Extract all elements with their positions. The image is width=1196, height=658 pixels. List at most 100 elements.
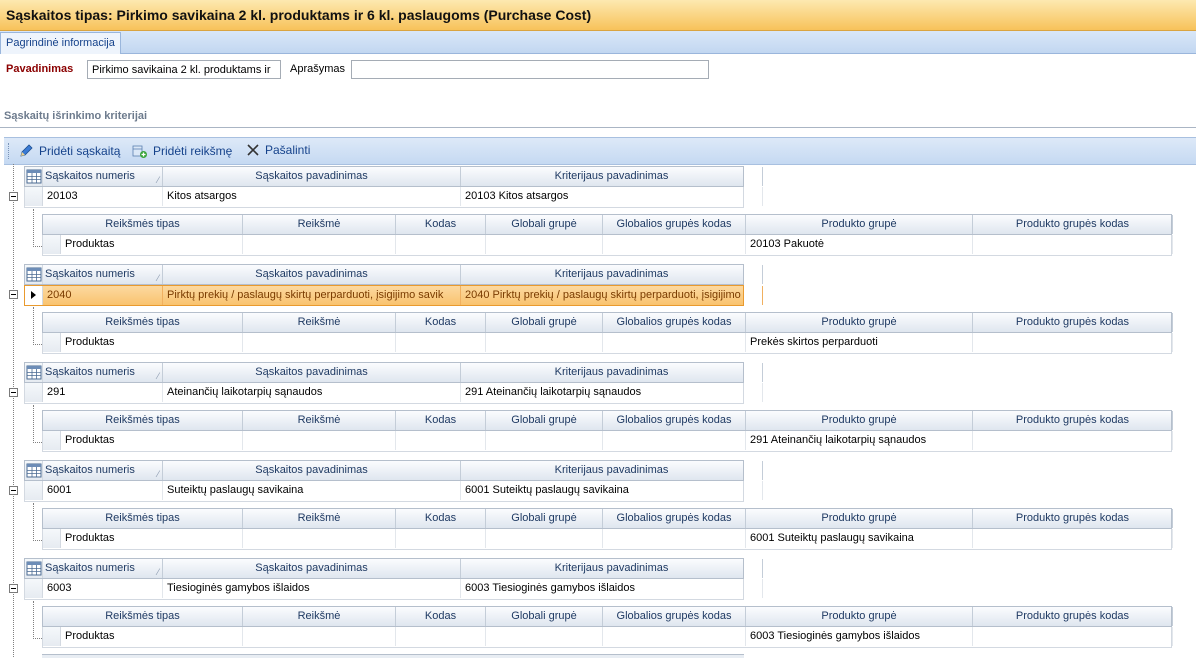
column-chooser-button[interactable] [25, 461, 43, 480]
cell-value[interactable] [243, 235, 396, 254]
column-header[interactable]: Globalios grupės kodas [603, 215, 746, 234]
cell-product-group-code[interactable] [973, 529, 1173, 548]
cell-criterion-name[interactable]: 6003 Tiesioginės gamybos išlaidos [461, 579, 763, 598]
cell-global-group[interactable] [486, 431, 603, 450]
collapse-toggle[interactable] [9, 388, 18, 397]
column-header[interactable]: Reikšmės tipas [43, 313, 243, 332]
column-header[interactable]: Produkto grupės kodas [973, 411, 1173, 430]
column-header[interactable]: Sąskaitos numeris ⁄ [43, 167, 163, 186]
column-header[interactable]: Produkto grupės kodas [973, 313, 1173, 332]
cell-product-group-code[interactable] [973, 431, 1173, 450]
cell-global-group-code[interactable] [603, 333, 746, 352]
column-header[interactable]: Globalios grupės kodas [603, 509, 746, 528]
cell-account-name[interactable]: Pirktų prekių / paslaugų skirtų perpardu… [163, 286, 461, 305]
collapse-toggle[interactable] [9, 290, 18, 299]
cell-product-group[interactable]: 6001 Suteiktų paslaugų savikaina [746, 529, 973, 548]
cell-account-name[interactable]: Kitos atsargos [163, 187, 461, 206]
column-header[interactable]: Produkto grupė [746, 509, 973, 528]
row-indicator[interactable] [43, 529, 61, 548]
column-header[interactable]: Sąskaitos pavadinimas [163, 167, 461, 186]
column-chooser-button[interactable] [25, 559, 43, 578]
cell-product-group-code[interactable] [973, 627, 1173, 646]
column-header[interactable]: Reikšmės tipas [43, 411, 243, 430]
cell-value-type[interactable]: Produktas [61, 529, 243, 548]
cell-global-group[interactable] [486, 529, 603, 548]
column-header[interactable]: Sąskaitos pavadinimas [163, 265, 461, 284]
column-header[interactable]: Produkto grupė [746, 313, 973, 332]
column-header[interactable]: Sąskaitos numeris ⁄ [43, 363, 163, 382]
column-chooser-button[interactable] [25, 167, 43, 186]
column-header[interactable]: Sąskaitos numeris ⁄ [43, 265, 163, 284]
cell-account-name[interactable]: Ateinančių laikotarpių sąnaudos [163, 383, 461, 402]
cell-account-number[interactable]: 291 [43, 383, 163, 402]
account-row[interactable]: 20103 Kitos atsargos 20103 Kitos atsargos [24, 187, 763, 208]
cell-criterion-name[interactable]: 291 Ateinančių laikotarpių sąnaudos [461, 383, 763, 402]
column-header[interactable]: Sąskaitos pavadinimas [163, 363, 461, 382]
column-header[interactable]: Produkto grupės kodas [973, 607, 1173, 626]
tab-basic-info[interactable]: Pagrindinė informacija [0, 32, 121, 54]
cell-product-group[interactable]: Prekės skirtos perparduoti [746, 333, 973, 352]
cell-criterion-name[interactable]: 6001 Suteiktų paslaugų savikaina [461, 481, 763, 500]
column-header[interactable]: Kriterijaus pavadinimas [461, 559, 763, 578]
cell-value[interactable] [243, 529, 396, 548]
column-header[interactable]: Reikšmės tipas [43, 509, 243, 528]
column-header[interactable]: Globali grupė [486, 509, 603, 528]
toolbar-grip[interactable] [8, 143, 11, 159]
column-header[interactable]: Sąskaitos numeris ⁄ [43, 559, 163, 578]
cell-global-group-code[interactable] [603, 431, 746, 450]
cell-global-group-code[interactable] [603, 529, 746, 548]
collapse-toggle[interactable] [9, 584, 18, 593]
cell-account-name[interactable]: Tiesioginės gamybos išlaidos [163, 579, 461, 598]
column-header[interactable]: Reikšmė [243, 215, 396, 234]
row-indicator[interactable] [25, 187, 43, 206]
column-header[interactable]: Kodas [396, 313, 486, 332]
account-row[interactable]: 291 Ateinančių laikotarpių sąnaudos 291 At… [24, 383, 763, 404]
cell-value-type[interactable]: Produktas [61, 235, 243, 254]
cell-global-group[interactable] [486, 235, 603, 254]
cell-account-number[interactable]: 6003 [43, 579, 163, 598]
cell-criterion-name[interactable]: 20103 Kitos atsargos [461, 187, 763, 206]
row-indicator[interactable] [43, 627, 61, 646]
cell-global-group[interactable] [486, 333, 603, 352]
column-header[interactable]: Produkto grupė [746, 411, 973, 430]
row-indicator[interactable] [25, 286, 43, 305]
column-header[interactable]: Reikšmės tipas [43, 215, 243, 234]
column-header[interactable]: Kodas [396, 215, 486, 234]
cell-code[interactable] [396, 627, 486, 646]
column-header[interactable]: Kodas [396, 509, 486, 528]
add-account-button[interactable]: Pridėti sąskaitą [18, 143, 120, 159]
row-indicator[interactable] [25, 383, 43, 402]
column-header[interactable]: Globalios grupės kodas [603, 411, 746, 430]
column-header[interactable]: Reikšmės tipas [43, 607, 243, 626]
column-header[interactable]: Kriterijaus pavadinimas [461, 265, 763, 284]
cell-value[interactable] [243, 627, 396, 646]
column-header[interactable]: Produkto grupė [746, 607, 973, 626]
column-header[interactable]: Sąskaitos numeris ⁄ [43, 461, 163, 480]
description-field[interactable] [351, 60, 709, 79]
cell-value[interactable] [243, 333, 396, 352]
column-header[interactable]: Reikšmė [243, 411, 396, 430]
account-row[interactable]: 6003 Tiesioginės gamybos išlaidos 6003 Tie… [24, 579, 763, 600]
value-row[interactable]: Produktas 20103 Pakuotė [42, 235, 1173, 256]
cell-value-type[interactable]: Produktas [61, 627, 243, 646]
row-indicator[interactable] [25, 481, 43, 500]
account-row[interactable]: 6001 Suteiktų paslaugų savikaina 6001 Sute… [24, 481, 763, 502]
column-header[interactable]: Kriterijaus pavadinimas [461, 461, 763, 480]
column-chooser-button[interactable] [25, 363, 43, 382]
cell-account-name[interactable]: Suteiktų paslaugų savikaina [163, 481, 461, 500]
cell-code[interactable] [396, 333, 486, 352]
row-indicator[interactable] [43, 235, 61, 254]
cell-product-group-code[interactable] [973, 333, 1173, 352]
row-indicator[interactable] [43, 333, 61, 352]
cell-value-type[interactable]: Produktas [61, 431, 243, 450]
column-header[interactable]: Globalios grupės kodas [603, 607, 746, 626]
column-header[interactable]: Reikšmė [243, 509, 396, 528]
column-header[interactable]: Globali grupė [486, 215, 603, 234]
value-row[interactable]: Produktas 291 Ateinančių laikotarpių sąna… [42, 431, 1173, 452]
column-header[interactable]: Globali grupė [486, 313, 603, 332]
cell-product-group[interactable]: 20103 Pakuotė [746, 235, 973, 254]
column-header[interactable]: Kriterijaus pavadinimas [461, 363, 763, 382]
cell-criterion-name[interactable]: 2040 Pirktų prekių / paslaugų skirtų per… [461, 286, 763, 305]
column-header[interactable]: Globalios grupės kodas [603, 313, 746, 332]
column-header[interactable]: Reikšmė [243, 607, 396, 626]
